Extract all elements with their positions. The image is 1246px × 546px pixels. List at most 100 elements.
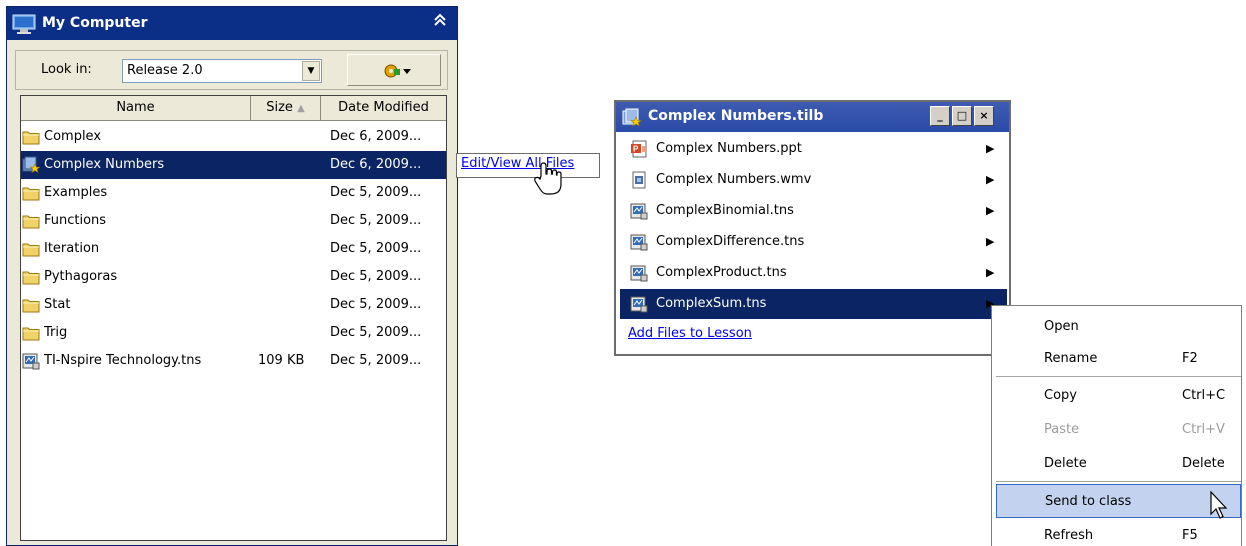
tools-menu-button[interactable] [347,54,441,86]
tools-dropdown-icon [382,61,412,85]
file-name: TI-Nspire Technology.tns [44,353,202,368]
file-name: Pythagoras [44,269,118,284]
lesson-bundle-window: Complex Numbers.tilb _ □ × P Complex Numb… [614,100,1011,356]
folder-icon [22,268,40,286]
tns-file-icon [630,233,648,251]
tns-file-icon [630,264,648,282]
lesson-bundle-icon [622,108,642,130]
file-row[interactable]: Functions Dec 5, 2009... [21,207,446,235]
file-date: Dec 6, 2009... [330,157,422,172]
lesson-file-item[interactable]: Complex Numbers.wmv ▶ [620,165,1007,195]
arrow-cursor-icon [1210,490,1230,525]
my-computer-panel: My Computer Look in: Release 2.0 ▼ Name … [6,6,458,546]
file-name: Iteration [44,241,100,256]
file-date: Dec 5, 2009... [330,269,422,284]
lesson-file-name: ComplexSum.tns [656,296,767,311]
lesson-window-title-bar[interactable]: Complex Numbers.tilb _ □ × [616,102,1009,132]
menu-item-delete[interactable]: Delete Delete [996,447,1241,481]
column-header-date[interactable]: Date Modified [321,96,446,120]
lesson-file-item[interactable]: ComplexProduct.tns ▶ [620,258,1007,288]
file-date: Dec 5, 2009... [330,213,422,228]
file-date: Dec 5, 2009... [330,241,422,256]
menu-item-label: Delete [1044,456,1087,471]
file-list-header: Name Size ▲ Date Modified [21,96,446,121]
file-date: Dec 5, 2009... [330,297,422,312]
menu-item-shortcut: Ctrl+C [1182,388,1226,403]
lesson-file-name: ComplexDifference.tns [656,234,805,249]
lesson-file-name: Complex Numbers.wmv [656,172,812,187]
file-row[interactable]: Trig Dec 5, 2009... [21,319,446,347]
menu-separator [996,376,1241,377]
lesson-file-name: Complex Numbers.ppt [656,141,802,156]
menu-item-shortcut: Delete [1182,456,1225,471]
tns-file-icon [630,202,648,220]
file-row[interactable]: Stat Dec 5, 2009... [21,291,446,319]
menu-item-copy[interactable]: Copy Ctrl+C [996,379,1241,413]
file-name: Complex Numbers [44,157,165,172]
menu-item-shortcut: Ctrl+V [1182,422,1225,437]
column-header-name[interactable]: Name [21,96,251,120]
menu-item-open[interactable]: Open [996,310,1241,344]
column-size-label: Size [266,100,293,115]
column-date-label: Date Modified [338,100,429,115]
tns-file-icon [22,352,40,370]
minimize-button[interactable]: _ [930,106,950,126]
add-files-to-lesson-link[interactable]: Add Files to Lesson [628,326,752,341]
menu-item-rename[interactable]: Rename F2 [996,342,1241,376]
lesson-file-item[interactable]: ComplexBinomial.tns ▶ [620,196,1007,226]
lesson-window-title: Complex Numbers.tilb [648,108,824,124]
submenu-arrow-icon[interactable]: ▶ [986,227,994,257]
column-name-label: Name [116,100,155,115]
lesson-bundle-icon [22,156,41,174]
submenu-arrow-icon[interactable]: ▶ [986,258,994,288]
look-in-select[interactable]: Release 2.0 ▼ [122,59,322,83]
menu-item-label: Refresh [1044,528,1094,543]
edit-view-files-tooltip: Edit/View All Files [456,153,600,178]
file-row[interactable]: Iteration Dec 5, 2009... [21,235,446,263]
folder-icon [22,128,40,146]
lesson-file-item[interactable]: ComplexDifference.tns ▶ [620,227,1007,257]
menu-item-label: Paste [1044,422,1080,437]
file-name: Complex [44,129,102,144]
column-header-size[interactable]: Size ▲ [251,96,321,120]
folder-icon [22,240,40,258]
lesson-file-item[interactable]: P Complex Numbers.ppt ▶ [620,134,1007,164]
collapse-chevron-icon[interactable] [433,13,447,31]
submenu-arrow-icon[interactable]: ▶ [986,196,994,226]
menu-item-send-to-class[interactable]: Send to class [996,484,1241,518]
my-computer-title-bar[interactable]: My Computer [7,7,457,40]
dropdown-arrow-icon[interactable]: ▼ [302,61,320,81]
lesson-file-name: ComplexBinomial.tns [656,203,794,218]
file-row[interactable]: Complex Dec 6, 2009... [21,123,446,151]
file-row[interactable]: Examples Dec 5, 2009... [21,179,446,207]
look-in-toolbar: Look in: Release 2.0 ▼ [15,50,448,90]
submenu-arrow-icon[interactable]: ▶ [986,134,994,164]
folder-icon [22,296,40,314]
file-row[interactable]: Complex Numbers Dec 6, 2009... [21,151,446,179]
submenu-arrow-icon[interactable]: ▶ [986,165,994,195]
menu-item-shortcut: F5 [1182,528,1198,543]
maximize-button[interactable]: □ [952,106,972,126]
folder-icon [22,184,40,202]
menu-item-label: Open [1044,319,1079,334]
file-list[interactable]: Name Size ▲ Date Modified Complex Dec 6, … [20,95,447,541]
lesson-file-item[interactable]: ComplexSum.tns ▶ [620,289,1007,319]
sort-ascending-icon: ▲ [297,103,305,114]
file-size: 109 KB [258,353,305,368]
menu-item-refresh[interactable]: Refresh F5 [996,519,1241,546]
menu-item-label: Copy [1044,388,1077,403]
file-row[interactable]: Pythagoras Dec 5, 2009... [21,263,446,291]
computer-icon [12,14,36,38]
file-row[interactable]: TI-Nspire Technology.tns 109 KB Dec 5, 200… [21,347,446,375]
menu-item-label: Rename [1044,351,1098,366]
file-name: Examples [44,185,108,200]
my-computer-title: My Computer [42,15,148,31]
close-button[interactable]: × [974,106,994,126]
file-date: Dec 5, 2009... [330,185,422,200]
file-name: Stat [44,297,71,312]
file-name: Functions [44,213,107,228]
tns-file-icon [630,295,648,313]
menu-item-paste[interactable]: Paste Ctrl+V [996,413,1241,447]
hand-cursor-icon [533,162,563,200]
lesson-file-name: ComplexProduct.tns [656,265,787,280]
